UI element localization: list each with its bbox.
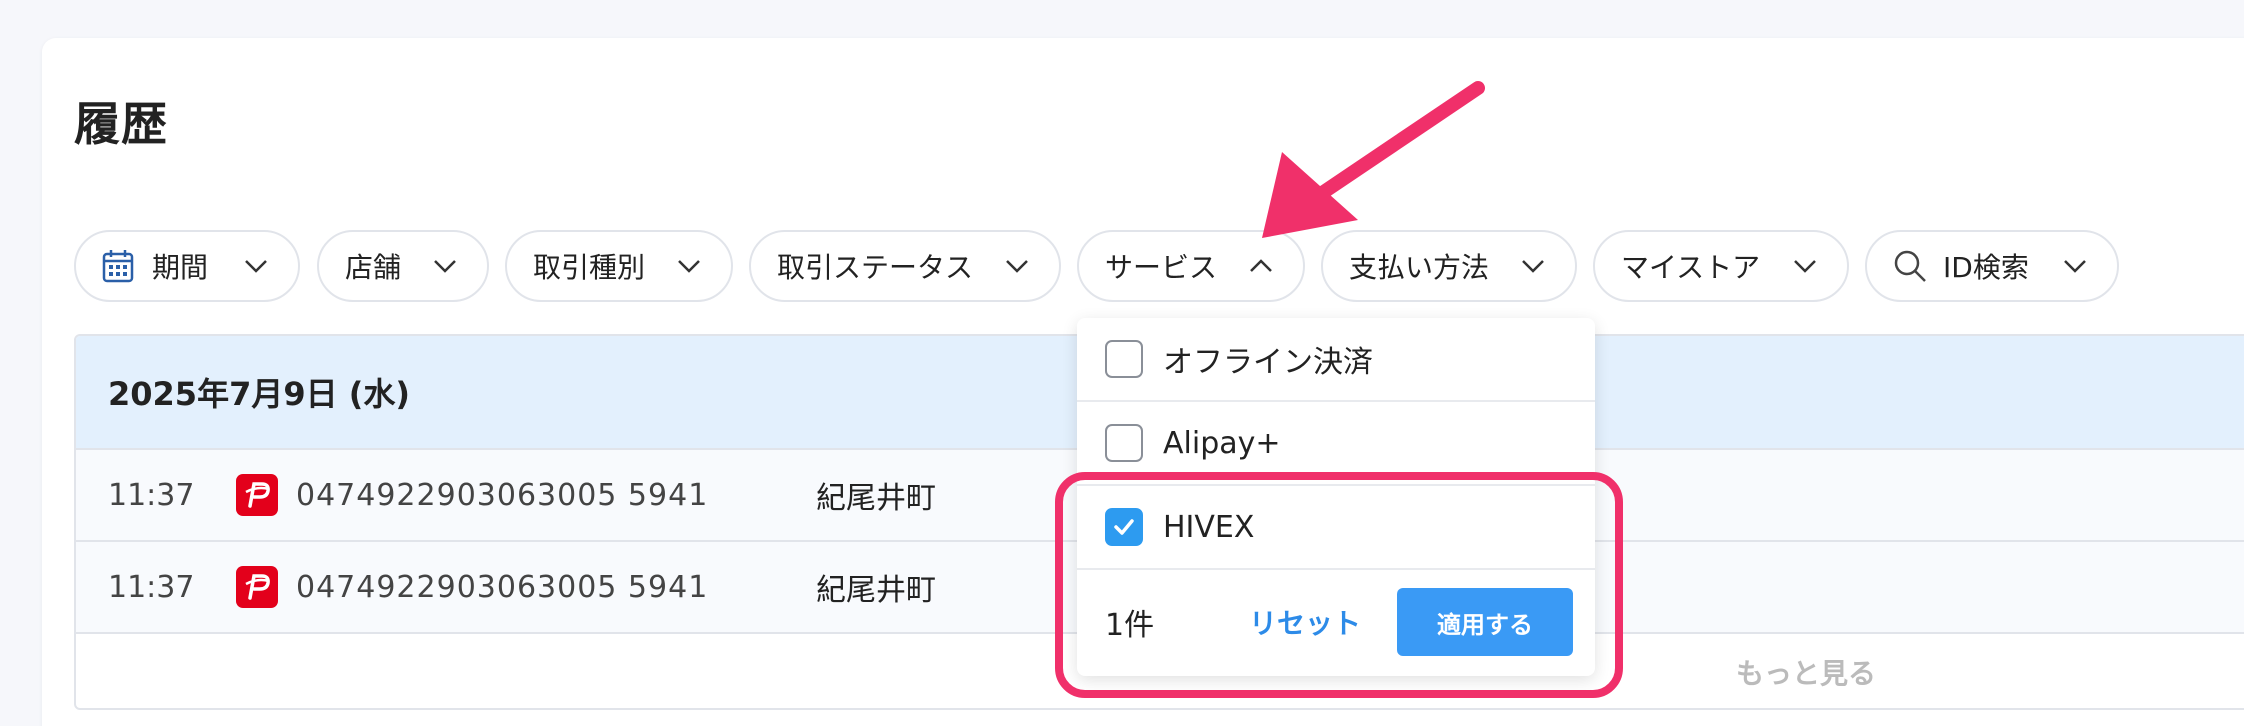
service-dropdown: オフライン決済 Alipay+ HIVEX 1件 リセット 適用する [1077, 318, 1595, 676]
filter-payment-method[interactable]: 支払い方法 [1321, 230, 1577, 302]
filter-transaction-type[interactable]: 取引種別 [505, 230, 733, 302]
filter-service[interactable]: サービス [1077, 230, 1305, 302]
row-transaction-id: 0474922903063005 5941 [296, 477, 709, 513]
chevron-down-icon [1003, 252, 1031, 280]
reset-button[interactable]: リセット [1249, 602, 1361, 642]
check-icon [1114, 519, 1134, 535]
paypay-icon [236, 474, 278, 516]
row-store: 紀尾井町 [816, 481, 936, 516]
filter-label: 取引ステータス [777, 251, 974, 284]
filter-label: ID検索 [1943, 251, 2029, 284]
filter-transaction-status[interactable]: 取引ステータス [749, 230, 1061, 302]
row-time: 11:37 [108, 477, 195, 513]
chevron-down-icon [431, 252, 459, 280]
option-label: HIVEX [1163, 509, 1255, 545]
filter-my-store[interactable]: マイストア [1593, 230, 1849, 302]
option-hivex[interactable]: HIVEX [1077, 486, 1595, 570]
selected-count: 1件 [1105, 608, 1155, 643]
option-label: オフライン決済 [1163, 345, 1373, 380]
filter-label: サービス [1105, 251, 1218, 284]
filter-label: 店舗 [345, 251, 402, 284]
option-label: Alipay+ [1163, 425, 1281, 461]
show-more-link[interactable]: もっと見る [1736, 652, 1876, 692]
checkbox[interactable] [1105, 424, 1143, 462]
dropdown-footer: 1件 リセット 適用する [1077, 570, 1595, 674]
apply-button[interactable]: 適用する [1397, 588, 1574, 656]
chevron-down-icon [1791, 252, 1819, 280]
filter-id-search[interactable]: ID検索 [1865, 230, 2119, 302]
row-time: 11:37 [108, 569, 195, 605]
row-store: 紀尾井町 [816, 573, 936, 608]
option-offline-payment[interactable]: オフライン決済 [1077, 318, 1595, 402]
chevron-down-icon [2061, 252, 2089, 280]
filter-store[interactable]: 店舗 [317, 230, 489, 302]
calendar-icon [102, 249, 136, 283]
checkbox[interactable] [1105, 340, 1143, 378]
filter-label: マイストア [1621, 251, 1761, 284]
chevron-up-icon [1247, 252, 1275, 280]
checkbox-checked[interactable] [1105, 508, 1143, 546]
filter-label: 取引種別 [533, 251, 646, 284]
chevron-down-icon [242, 252, 270, 280]
chevron-down-icon [675, 252, 703, 280]
filter-period[interactable]: 期間 [74, 230, 300, 302]
option-alipay-plus[interactable]: Alipay+ [1077, 402, 1595, 486]
page-title: 履歴 [74, 97, 168, 151]
search-icon [1893, 249, 1927, 283]
filter-label: 支払い方法 [1349, 251, 1490, 284]
filter-label: 期間 [152, 251, 209, 284]
chevron-down-icon [1519, 252, 1547, 280]
row-transaction-id: 0474922903063005 5941 [296, 569, 709, 605]
paypay-icon [236, 566, 278, 608]
